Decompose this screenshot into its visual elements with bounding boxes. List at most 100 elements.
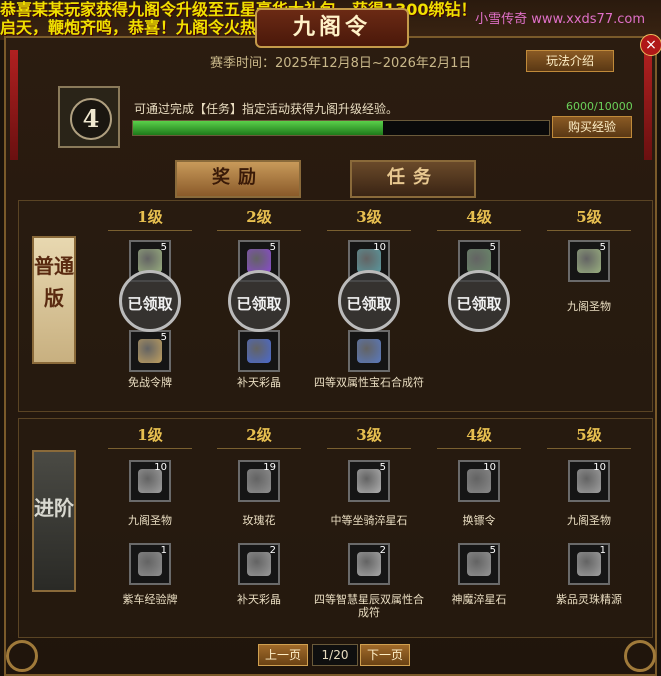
claimed-stamp: 已领取 (119, 270, 181, 332)
tier-label: 4级 (466, 208, 492, 226)
reward-item-icon (577, 249, 601, 273)
tab-rewards[interactable]: 奖励 (175, 160, 301, 198)
reward-item-count: 5 (599, 242, 606, 253)
tier-divider (217, 230, 301, 231)
tier-label: 1级 (137, 426, 163, 444)
reward-item-slot[interactable]: 1 (129, 543, 171, 585)
reward-item-icon (357, 552, 381, 576)
claimed-stamp: 已领取 (228, 270, 290, 332)
reward-item-count: 1 (160, 545, 167, 556)
tier-label: 2级 (246, 208, 272, 226)
rules-button[interactable]: 玩法介绍 (526, 50, 614, 72)
tier-label: 4级 (466, 426, 492, 444)
reward-item-name: 四等智慧星辰双属性合成符 (314, 593, 424, 619)
reward-item-icon (138, 339, 162, 363)
claimed-stamp: 已领取 (448, 270, 510, 332)
advanced-edition-badge: 进阶 (32, 450, 76, 592)
reward-item-name: 免战令牌 (128, 376, 172, 389)
reward-item-slot[interactable]: 5 (348, 460, 390, 502)
right-tassel (644, 50, 652, 160)
reward-item-slot[interactable]: 5 (458, 543, 500, 585)
corner-ornament-br (624, 640, 656, 672)
reward-item-slot[interactable]: 10 (458, 460, 500, 502)
tier-label: 2级 (246, 426, 272, 444)
buy-exp-button[interactable]: 购买经验 (552, 116, 632, 138)
prev-page-button[interactable]: 上一页 (258, 644, 308, 666)
reward-item-count: 5 (489, 545, 496, 556)
reward-item-count: 5 (160, 332, 167, 343)
reward-item-slot[interactable]: 10 (568, 460, 610, 502)
reward-item-icon (467, 552, 491, 576)
tier-divider (547, 230, 631, 231)
reward-item-count: 1 (599, 545, 606, 556)
reward-item-icon (357, 469, 381, 493)
reward-item-slot[interactable]: 1 (568, 543, 610, 585)
reward-item-name: 紫车经验牌 (122, 593, 178, 606)
reward-item-count: 19 (263, 462, 276, 473)
reward-item-slot[interactable]: 2 (238, 543, 280, 585)
reward-item-name: 九阁圣物 (128, 514, 172, 527)
corner-ornament-bl (6, 640, 38, 672)
reward-item-slot[interactable]: 5 (568, 240, 610, 282)
reward-item-count: 10 (154, 462, 167, 473)
reward-item-count: 5 (489, 242, 496, 253)
level-badge: 4 (58, 86, 120, 148)
reward-item-count: 10 (373, 242, 386, 253)
reward-item-icon (357, 339, 381, 363)
reward-item-slot[interactable]: 5 (129, 330, 171, 372)
current-level: 4 (70, 98, 112, 140)
reward-item-slot[interactable]: 19 (238, 460, 280, 502)
page-indicator: 1/20 (312, 644, 358, 666)
left-tassel (10, 50, 18, 160)
site-watermark: 小雪传奇 www.xxds77.com (475, 12, 645, 27)
reward-item-name: 紫品灵珠精源 (556, 593, 622, 606)
reward-item-slot[interactable]: 10 (129, 460, 171, 502)
reward-item-icon (577, 552, 601, 576)
reward-item-count: 2 (379, 545, 386, 556)
reward-item-icon (247, 552, 271, 576)
reward-item-count: 5 (269, 242, 276, 253)
reward-item-name: 补天彩晶 (237, 376, 281, 389)
tier-divider (327, 230, 411, 231)
reward-item-slot[interactable] (238, 330, 280, 372)
tier-label: 3级 (356, 208, 382, 226)
exp-progress-bar (132, 120, 550, 136)
tier-divider (108, 448, 192, 449)
tier-divider (547, 448, 631, 449)
reward-item-icon (247, 339, 271, 363)
tier-label: 1级 (137, 208, 163, 226)
claimed-stamp: 已领取 (338, 270, 400, 332)
tier-divider (217, 448, 301, 449)
tier-divider (108, 230, 192, 231)
tier-label: 3级 (356, 426, 382, 444)
close-icon[interactable]: × (640, 34, 661, 56)
tier-label: 5级 (576, 426, 602, 444)
tier-label: 5级 (576, 208, 602, 226)
window-title: 九阁令 (255, 8, 409, 48)
reward-item-name: 九阁圣物 (567, 514, 611, 527)
reward-item-name: 玫瑰花 (242, 514, 276, 527)
reward-item-icon (138, 552, 162, 576)
tier-divider (437, 230, 521, 231)
exp-progress-text: 6000/10000 (566, 100, 633, 113)
reward-item-count: 2 (269, 545, 276, 556)
reward-item-count: 10 (483, 462, 496, 473)
reward-item-count: 10 (593, 462, 606, 473)
reward-item-name: 补天彩晶 (237, 593, 281, 606)
reward-item-slot[interactable] (348, 330, 390, 372)
level-description: 可通过完成【任务】指定活动获得九阁升级经验。 (134, 102, 399, 116)
normal-edition-badge: 普通版 (32, 236, 76, 364)
reward-item-name: 中等坐骑淬星石 (330, 514, 408, 527)
tier-divider (327, 448, 411, 449)
reward-item-slot[interactable]: 2 (348, 543, 390, 585)
reward-item-name: 九阁圣物 (567, 300, 611, 313)
exp-progress-fill (133, 121, 383, 135)
tier-divider (437, 448, 521, 449)
tab-tasks[interactable]: 任务 (350, 160, 476, 198)
next-page-button[interactable]: 下一页 (360, 644, 410, 666)
reward-item-name: 神魔淬星石 (451, 593, 507, 606)
reward-item-name: 换镖令 (462, 514, 496, 527)
reward-item-count: 5 (379, 462, 386, 473)
reward-item-count: 5 (160, 242, 167, 253)
season-time: 赛季时间：2025年12月8日~2026年2月1日 (210, 56, 472, 71)
